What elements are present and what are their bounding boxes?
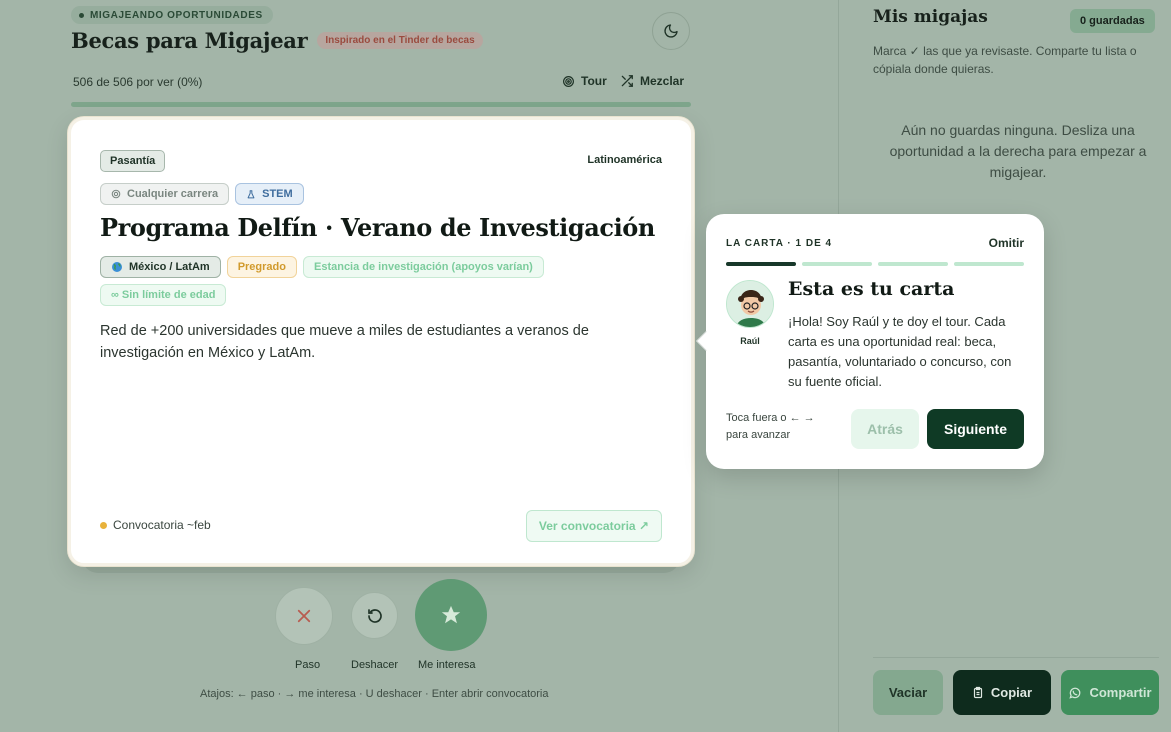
tour-step-label: LA CARTA · 1 DE 4 [726, 238, 833, 249]
pass-label: Paso [295, 659, 321, 671]
tag-chips-age: ∞ Sin límite de edad [100, 284, 227, 306]
chip-location: México / LatAm [100, 256, 221, 278]
clipboard-icon [973, 686, 983, 699]
empty-state: Aún no guardas ninguna. Desliza una opor… [889, 122, 1147, 180]
shuffle-icon [621, 75, 633, 87]
card-content: Pasantía Latinoamérica Cualquier carrera… [100, 120, 662, 563]
skip-tour-button[interactable]: Omitir [989, 236, 1024, 250]
raul-avatar-icon [727, 281, 773, 327]
progress-count: 506 de 506 por ver (0%) [73, 75, 203, 89]
moon-icon [664, 24, 678, 38]
chip-age: ∞ Sin límite de edad [100, 284, 227, 306]
tour-text: ¡Hola! Soy Raúl y te doy el tour. Cada c… [788, 314, 1012, 389]
flask-icon [247, 189, 255, 198]
next-button[interactable]: Siguiente [927, 409, 1024, 449]
chip-location-label: México / LatAm [129, 261, 210, 273]
interest-button[interactable] [415, 579, 487, 651]
star-icon [441, 605, 461, 624]
shuffle-button[interactable]: Mezclar [620, 74, 684, 88]
clear-button[interactable]: Vaciar [873, 670, 943, 715]
eyebrow-text: MIGAJEANDO OPORTUNIDADES [90, 9, 263, 21]
deadline-text: Convocatoria ~feb [113, 518, 211, 532]
target-icon [111, 189, 121, 199]
tour-popover: LA CARTA · 1 DE 4 Omitir Raúl Esta es tu… [696, 214, 1044, 469]
pass-button[interactable] [275, 587, 333, 645]
keyboard-shortcuts: Atajos: ← paso · → me interesa · U desha… [200, 688, 549, 700]
page-title: Becas para Migajear [71, 28, 308, 53]
divider [873, 657, 1159, 658]
panel-note: Marca ✓ las que ya revisaste. Comparte t… [873, 44, 1137, 76]
inspired-badge: Inspirado en el Tinder de becas [317, 32, 483, 49]
opportunity-card[interactable]: Pasantía Latinoamérica Cualquier carrera… [68, 117, 694, 566]
saved-count-badge: 0 guardadas [1070, 9, 1155, 33]
view-call-button[interactable]: Ver convocatoria ↗ [525, 510, 662, 542]
chip-any-career-label: Cualquier carrera [127, 188, 219, 200]
share-label: Compartir [1089, 685, 1152, 700]
chip-any-career: Cualquier carrera [100, 183, 230, 205]
avatar [726, 280, 774, 328]
close-icon [297, 609, 311, 623]
tour-progress [726, 262, 1024, 266]
back-button[interactable]: Atrás [851, 409, 919, 449]
title-row: Becas para Migajear Inspirado en el Tind… [71, 28, 483, 53]
undo-label: Deshacer [351, 659, 399, 671]
whatsapp-icon [1069, 687, 1081, 699]
panel-title: Mis migajas [873, 7, 988, 27]
copy-label: Copiar [990, 685, 1033, 700]
globe-icon [112, 262, 122, 272]
type-chip: Pasantía [100, 150, 166, 172]
card-title: Programa Delfín · Verano de Investigació… [100, 213, 655, 242]
theme-toggle-button[interactable] [652, 12, 690, 50]
copy-button[interactable]: Copiar [953, 670, 1051, 715]
tour-hint: Toca fuera o ← → para avanzar [726, 412, 815, 441]
interest-label: Me interesa [418, 659, 476, 671]
share-button[interactable]: Compartir [1061, 670, 1159, 715]
tour-title: Esta es tu carta [788, 278, 955, 300]
tour-step-4 [954, 262, 1024, 266]
tour-step-1 [726, 262, 796, 266]
field-chips: Cualquier carrera STEM [100, 183, 304, 205]
deadline-dot-icon [100, 521, 107, 529]
eyebrow-badge: MIGAJEANDO OPORTUNIDADES [71, 6, 273, 24]
tour-step-2 [802, 262, 872, 266]
tour-label: Tour [581, 74, 607, 88]
shuffle-label: Mezclar [640, 74, 685, 88]
chip-level: Pregrado [226, 256, 297, 278]
progress-bar [71, 102, 691, 107]
undo-icon [367, 608, 382, 623]
tag-chips: México / LatAm Pregrado Estancia de inve… [100, 256, 544, 278]
chip-stem-label: STEM [262, 188, 293, 200]
region-label: Latinoamérica [587, 154, 662, 166]
dot-icon [79, 12, 84, 18]
card-description: Red de +200 universidades que mueve a mi… [100, 323, 589, 361]
chip-funding: Estancia de investigación (apoyos varían… [302, 256, 544, 278]
undo-button[interactable] [351, 592, 398, 639]
chip-stem: STEM [235, 183, 304, 205]
tour-button[interactable]: Tour [562, 74, 607, 88]
deadline: Convocatoria ~feb [100, 518, 211, 532]
tour-step-3 [878, 262, 948, 266]
target-icon [563, 75, 574, 87]
avatar-name: Raúl [740, 336, 760, 346]
